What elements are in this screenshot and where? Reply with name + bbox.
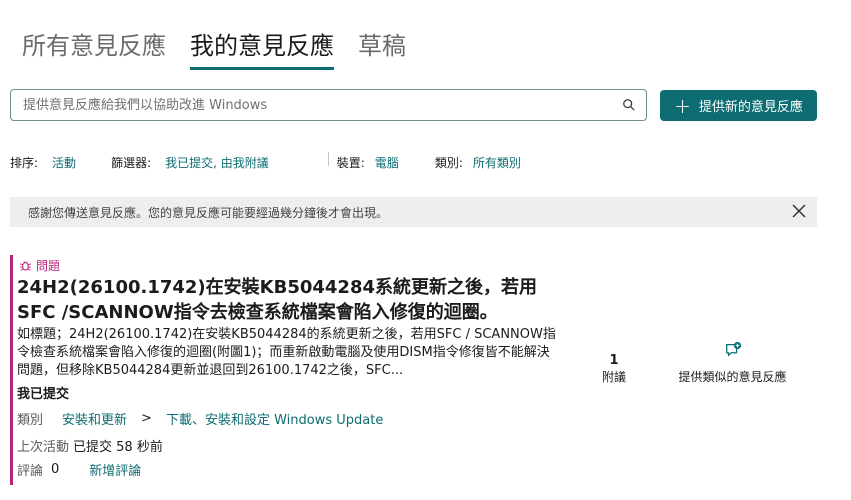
feedback-description: 如標題；24H2(26100.1742)在安裝KB5044284的系統更新之後，… (17, 327, 556, 378)
upvote-count: 1 (609, 353, 619, 368)
upvote-button[interactable]: 1 附議 (584, 353, 644, 385)
feedback-tabs: 所有意見反應 我的意見反應 草稿 (22, 26, 406, 70)
search-icon[interactable] (622, 98, 636, 112)
problem-accent-bar (10, 255, 13, 485)
give-similar-feedback-label: 提供類似的意見反應 (678, 370, 787, 384)
feedback-title[interactable]: 24H2(26100.1742)在安裝KB5044284系統更新之後，若用SFC… (17, 275, 557, 325)
category-row: 類別 安裝和更新 > 下載、安裝和設定 Windows Update (17, 409, 383, 428)
filter-dropdown[interactable]: 我已提交, 由我附議 (165, 154, 269, 171)
filter-divider (328, 152, 329, 166)
problem-tag: 問題 (19, 257, 60, 274)
submission-status: 我已提交 (17, 387, 70, 402)
last-activity-value: 已提交 58 秒前 (73, 440, 163, 455)
add-comment-icon (725, 341, 741, 357)
add-new-feedback-label: 提供新的意見反應 (698, 100, 803, 115)
category-separator: > (141, 411, 152, 426)
give-similar-feedback-button[interactable]: 提供類似的意見反應 (675, 341, 790, 385)
feedback-card[interactable]: 問題 24H2(26100.1742)在安裝KB5044284系統更新之後，若用… (10, 255, 817, 495)
notice-text: 感謝您傳送意見反應。您的意見反應可能要經過幾分鐘後才會出現。 (28, 205, 389, 220)
comments-row: 評論 0 新增評論 (17, 460, 141, 479)
plus-icon: + (674, 93, 691, 118)
sort-dropdown[interactable]: 活動 (52, 154, 76, 171)
comments-label: 評論 (17, 464, 44, 479)
problem-type-label: 問題 (36, 259, 61, 273)
sort-label: 排序: (10, 156, 39, 170)
tab-drafts[interactable]: 草稿 (358, 26, 406, 70)
comments-count: 0 (51, 462, 60, 477)
tab-all-feedback[interactable]: 所有意見反應 (22, 26, 166, 70)
last-activity-label: 上次活動 (17, 440, 70, 455)
info-notice: 感謝您傳送意見反應。您的意見反應可能要經過幾分鐘後才會出現。 (10, 197, 817, 227)
search-box[interactable] (10, 89, 647, 121)
category-label: 類別: (434, 156, 463, 170)
filter-bar: 排序: 活動 篩選器: 我已提交, 由我附議 裝置: 電腦 類別: 所有類別 (10, 154, 521, 171)
category-row-label: 類別 (17, 413, 44, 428)
tab-my-feedback[interactable]: 我的意見反應 (190, 26, 334, 70)
category-sub-link[interactable]: 下載、安裝和設定 Windows Update (166, 409, 383, 428)
search-input[interactable] (21, 96, 622, 114)
add-new-feedback-button[interactable]: + 提供新的意見反應 (660, 90, 817, 121)
category-main-link[interactable]: 安裝和更新 (62, 409, 127, 428)
bug-icon (20, 261, 31, 271)
last-activity-row: 上次活動 已提交 58 秒前 (17, 436, 163, 455)
close-icon[interactable] (789, 201, 809, 221)
device-label: 裝置: (336, 156, 365, 170)
add-comment-link[interactable]: 新增評論 (89, 460, 141, 479)
device-dropdown[interactable]: 電腦 (375, 154, 399, 171)
upvote-label: 附議 (601, 370, 626, 384)
category-dropdown[interactable]: 所有類別 (473, 154, 521, 171)
filter-label: 篩選器: (111, 156, 152, 170)
